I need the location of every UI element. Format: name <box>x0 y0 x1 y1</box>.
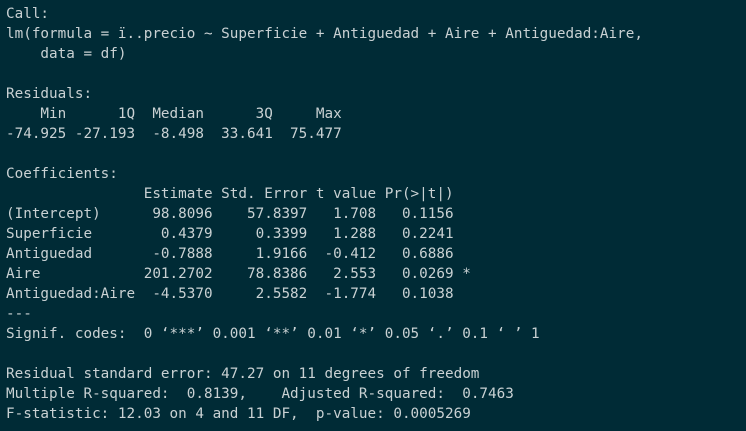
console-line-residuals-header: Min 1Q Median 3Q Max <box>6 106 351 122</box>
console-line-residual-std-error: Residual standard error: 47.27 on 11 deg… <box>6 366 480 382</box>
console-line-coefficients-label: Coefficients: <box>6 166 118 182</box>
console-line-coef-intercept: (Intercept) 98.8096 57.8397 1.708 0.1156 <box>6 206 471 222</box>
console-line-coef-antiguedad-aire: Antiguedad:Aire -4.5370 2.5582 -1.774 0.… <box>6 286 471 302</box>
console-line-coefficients-header: Estimate Std. Error t value Pr(>|t|) <box>6 186 471 202</box>
console-line-separator: --- <box>6 306 32 322</box>
console-line-call-label: Call: <box>6 6 50 22</box>
console-line-coef-aire: Aire 201.2702 78.8386 2.553 0.0269 * <box>6 266 471 282</box>
console-line-coef-antiguedad: Antiguedad -0.7888 1.9166 -0.412 0.6886 <box>6 246 471 262</box>
console-line-formula: lm(formula = ï..precio ~ Superficie + An… <box>6 26 643 42</box>
console-line-residuals-values: -74.925 -27.193 -8.498 33.641 75.477 <box>6 126 351 142</box>
console-line-f-statistic: F-statistic: 12.03 on 4 and 11 DF, p-val… <box>6 406 471 422</box>
console-line-residuals-label: Residuals: <box>6 86 93 102</box>
console-line-coef-superficie: Superficie 0.4379 0.3399 1.288 0.2241 <box>6 226 471 242</box>
console-line-formula-data: data = df) <box>6 46 127 62</box>
r-console-output[interactable]: Call: lm(formula = ï..precio ~ Superfici… <box>0 0 746 431</box>
console-line-signif-codes: Signif. codes: 0 ‘***’ 0.001 ‘**’ 0.01 ‘… <box>6 326 540 342</box>
console-line-r-squared: Multiple R-squared: 0.8139, Adjusted R-s… <box>6 386 523 402</box>
